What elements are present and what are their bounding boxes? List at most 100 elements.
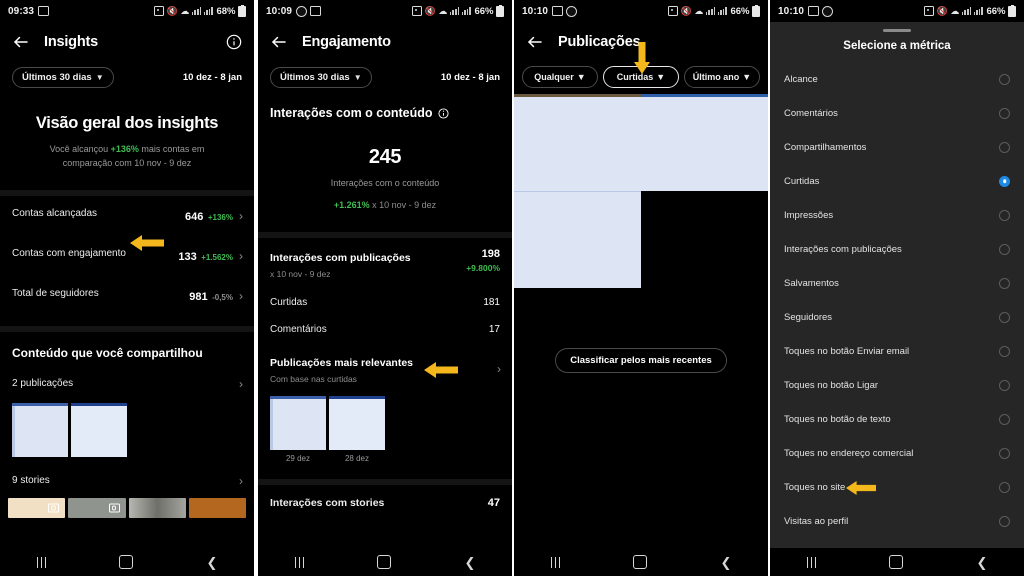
metric-option-comentarios[interactable]: Comentários — [770, 96, 1024, 130]
metric-option-label: Compartilhamentos — [784, 141, 867, 153]
metric-option-seguidores[interactable]: Seguidores — [770, 300, 1024, 334]
big-stat-delta-sub: x 10 nov - 9 dez — [369, 200, 437, 210]
status-left-icons — [38, 6, 50, 16]
recent-apps-icon[interactable] — [550, 556, 561, 568]
annotation-arrow-toques-site — [846, 479, 876, 497]
chevron-right-icon: › — [497, 361, 501, 376]
page-title: Engajamento — [302, 34, 391, 50]
radio-icon[interactable] — [999, 141, 1010, 153]
metric-option-salvamentos[interactable]: Salvamentos — [770, 266, 1024, 300]
recent-apps-icon[interactable] — [294, 556, 305, 568]
radio-icon[interactable] — [999, 209, 1010, 221]
camera-icon — [48, 503, 60, 513]
content-interactions-title-label: Interações com o conteúdo — [270, 106, 433, 120]
arrow-left-icon[interactable] — [526, 33, 544, 51]
back-icon[interactable]: ❮ — [977, 556, 988, 569]
metric-delta: +136% — [207, 213, 233, 222]
back-icon[interactable]: ❮ — [721, 556, 732, 569]
recent-apps-icon[interactable] — [806, 556, 817, 568]
top-post-item[interactable]: 29 dez — [270, 396, 326, 463]
top-posts-row[interactable]: Publicações mais relevantes Com base nas… — [258, 343, 512, 394]
metric-bottom-sheet: Selecione a métrica Alcance Comentários … — [770, 29, 1024, 576]
metric-option-label: Seguidores — [784, 311, 833, 323]
radio-icon[interactable] — [999, 107, 1010, 119]
metric-row-followers[interactable]: Total de seguidores 981 -0,5% › — [0, 276, 254, 316]
metric-option-toques-enviar-email[interactable]: Toques no botão Enviar email — [770, 334, 1024, 368]
video-camera-icon — [108, 503, 120, 513]
metric-option-endereco-comercial[interactable]: Toques no endereço comercial — [770, 436, 1024, 470]
metric-option-toques-texto[interactable]: Toques no botão de texto — [770, 402, 1024, 436]
stories-row[interactable]: 9 stories › — [0, 467, 254, 494]
sort-button[interactable]: Classificar pelos mais recentes — [555, 348, 727, 373]
story-thumbnail[interactable] — [188, 498, 246, 518]
metric-option-toques-ligar[interactable]: Toques no botão Ligar — [770, 368, 1024, 402]
metric-option-alcance[interactable]: Alcance — [770, 62, 1024, 96]
metric-row-engaged[interactable]: Contas com engajamento 133 +1.562% › — [0, 236, 254, 276]
info-circle-icon[interactable] — [226, 34, 242, 50]
filter-any-button[interactable]: Qualquer ▼ — [522, 66, 598, 88]
filter-period-button[interactable]: Último ano ▼ — [684, 66, 760, 88]
metric-delta: -0,5% — [212, 293, 233, 302]
app-bar: Engajamento — [258, 22, 512, 62]
radio-icon[interactable] — [999, 413, 1010, 425]
story-interactions-value: 47 — [487, 497, 500, 509]
arrow-left-icon[interactable] — [12, 33, 30, 51]
metric-option-visitas-perfil[interactable]: Visitas ao perfil — [770, 504, 1024, 538]
radio-icon[interactable] — [999, 345, 1010, 357]
metric-row-reached[interactable]: Contas alcançadas 646 +136% › — [0, 196, 254, 236]
chevron-down-icon: ▼ — [95, 72, 104, 82]
metric-option-label: Visitas ao perfil — [784, 515, 849, 527]
date-range-text: 10 dez - 8 jan — [440, 71, 500, 83]
radio-icon[interactable] — [999, 515, 1010, 527]
story-thumbnail[interactable] — [68, 498, 126, 518]
metric-option-compartilhamentos[interactable]: Compartilhamentos — [770, 130, 1024, 164]
radio-icon[interactable] — [999, 73, 1010, 85]
home-icon[interactable] — [377, 555, 392, 569]
radio-icon[interactable] — [999, 243, 1010, 255]
chevron-right-icon: › — [239, 209, 243, 223]
posts-row[interactable]: 2 publicações › — [0, 370, 254, 397]
date-range-selector[interactable]: Últimos 30 dias ▼ — [12, 66, 114, 88]
recent-apps-icon[interactable] — [36, 556, 47, 568]
status-time: 10:10 — [522, 5, 549, 17]
grid-post-thumbnail[interactable] — [514, 94, 641, 191]
post-thumbnail[interactable] — [71, 403, 127, 457]
grid-post-thumbnail[interactable] — [514, 191, 641, 288]
metric-option-curtidas[interactable]: Curtidas — [770, 164, 1024, 198]
metric-option-label: Toques no botão Ligar — [784, 379, 879, 391]
story-thumbnail[interactable] — [128, 498, 186, 518]
story-interactions-row[interactable]: Interações com stories 47 — [258, 485, 512, 517]
back-icon[interactable]: ❮ — [465, 556, 476, 569]
home-icon[interactable] — [889, 555, 904, 569]
arrow-left-icon[interactable] — [270, 33, 288, 51]
wifi-icon: ☁ — [180, 5, 190, 16]
radio-icon[interactable] — [999, 311, 1010, 323]
metric-option-interacoes-publicacoes[interactable]: Interações com publicações — [770, 232, 1024, 266]
date-range-selector[interactable]: Últimos 30 dias ▼ — [270, 66, 372, 88]
metric-option-toques-site[interactable]: Toques no site — [770, 470, 1024, 504]
alarm-icon — [154, 6, 165, 16]
metric-option-label: Curtidas — [784, 175, 820, 187]
metric-label: Total de seguidores — [12, 288, 99, 299]
status-left-icons — [296, 5, 322, 17]
back-icon[interactable]: ❮ — [207, 556, 218, 569]
radio-icon[interactable] — [999, 481, 1010, 493]
chevron-right-icon: › — [239, 249, 243, 263]
radio-icon[interactable] — [999, 277, 1010, 289]
metric-option-label: Salvamentos — [784, 277, 839, 289]
status-bar: 10:10 🔇 ☁ 66% — [770, 0, 1024, 22]
story-thumbnail[interactable] — [8, 498, 66, 518]
post-thumbnail[interactable] — [12, 403, 68, 457]
top-posts-left: Publicações mais relevantes Com base nas… — [270, 353, 500, 384]
radio-icon[interactable] — [999, 379, 1010, 391]
grid-post-thumbnail[interactable] — [641, 94, 768, 191]
home-icon[interactable] — [119, 555, 134, 569]
status-left-icons — [808, 5, 834, 17]
metric-option-impressoes[interactable]: Impressões — [770, 198, 1024, 232]
info-circle-icon[interactable] — [437, 107, 449, 119]
home-icon[interactable] — [633, 555, 648, 569]
radio-icon[interactable] — [999, 447, 1010, 459]
top-post-item[interactable]: 28 dez — [329, 396, 385, 463]
radio-icon-selected[interactable] — [999, 175, 1010, 187]
post-interactions-row[interactable]: Interações com publicações x 10 nov - 9 … — [258, 238, 512, 289]
